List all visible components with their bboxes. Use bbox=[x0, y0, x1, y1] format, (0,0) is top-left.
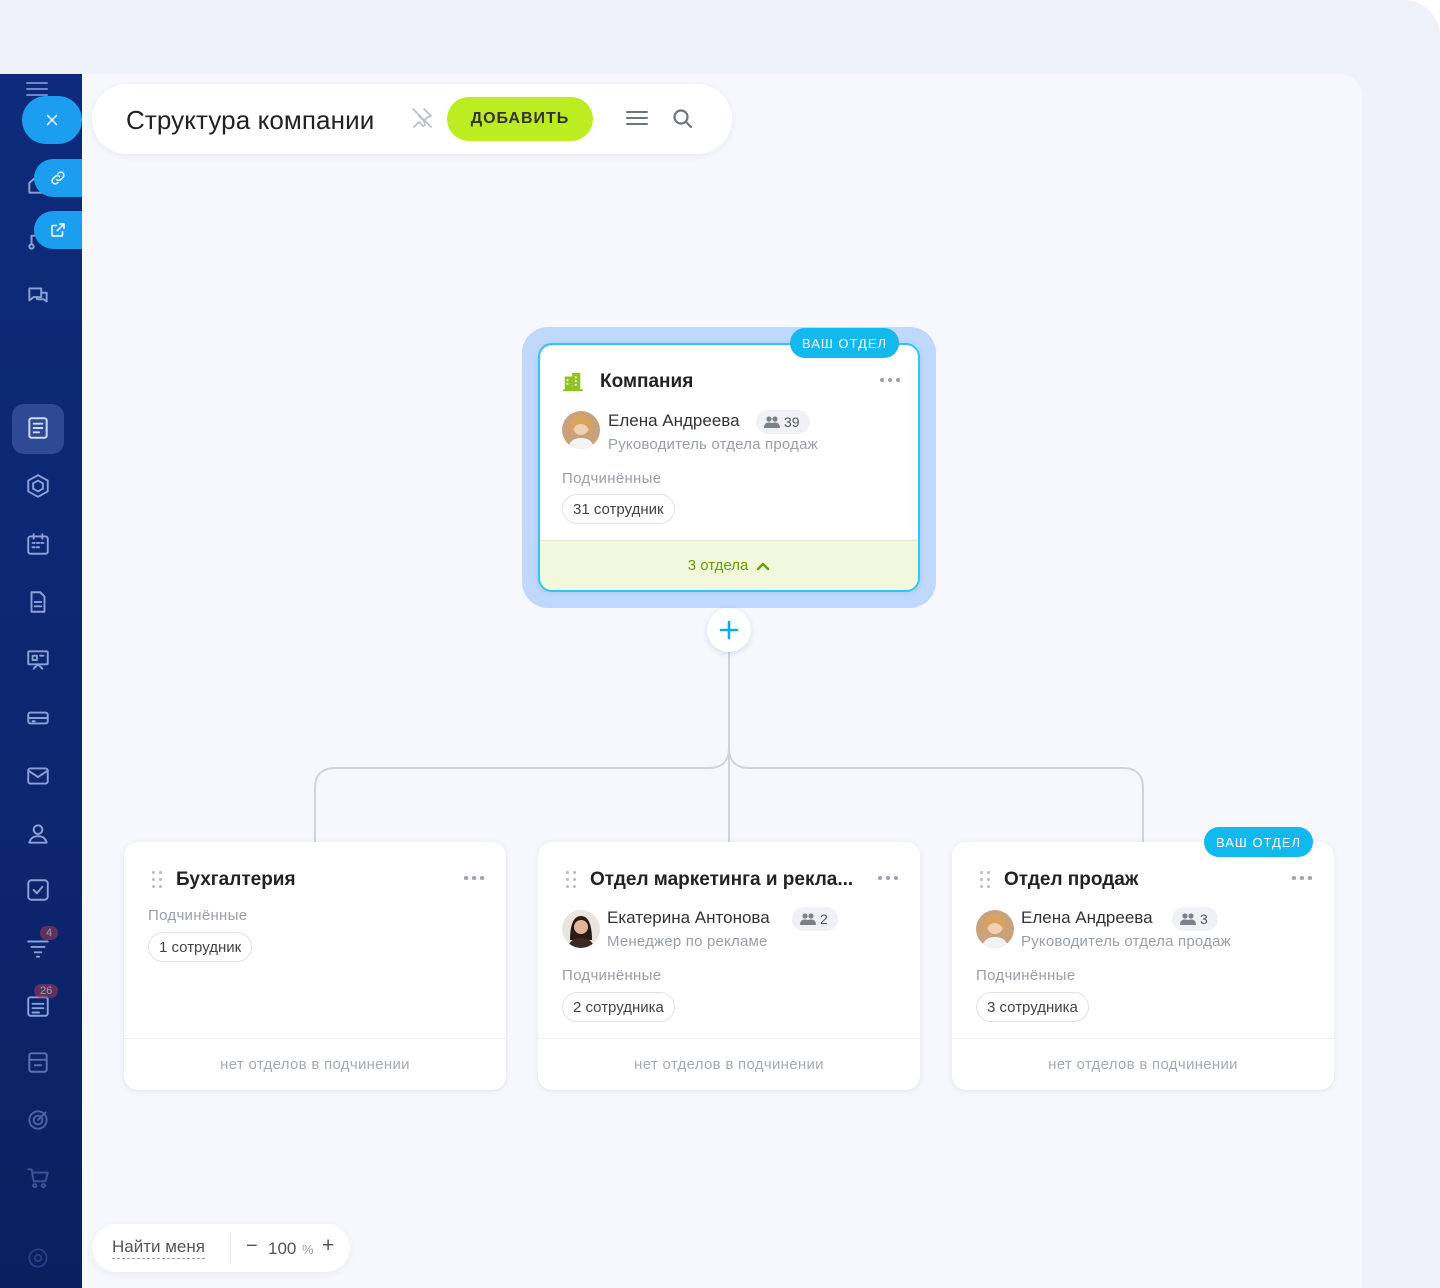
department-card-marketing[interactable]: Отдел маркетинга и рекла... Екатерина Ан… bbox=[538, 842, 920, 1090]
toolbar-divider bbox=[230, 1232, 231, 1264]
settings-icon[interactable] bbox=[22, 1242, 54, 1274]
add-button[interactable]: ДОБАВИТЬ bbox=[447, 97, 593, 141]
structure-toolbar: Структура компании ДОБАВИТЬ bbox=[92, 84, 732, 154]
people-icon bbox=[800, 913, 816, 925]
subordinates-chip[interactable]: 31 сотрудник bbox=[562, 494, 675, 524]
add-department-button[interactable] bbox=[707, 608, 751, 652]
page-title: Структура компании bbox=[126, 105, 375, 135]
departments-count: 3 отдела bbox=[687, 557, 749, 574]
subordinates-chip[interactable]: 1 сотрудник bbox=[148, 932, 253, 962]
close-button[interactable] bbox=[22, 96, 82, 144]
head-name[interactable]: Елена Андреева bbox=[1021, 908, 1153, 928]
department-card-sales[interactable]: Отдел продаж Елена Андреева 3 Руководите… bbox=[952, 842, 1334, 1090]
target-icon[interactable] bbox=[22, 1104, 54, 1136]
board-icon[interactable] bbox=[22, 644, 54, 676]
chevron-up-icon bbox=[757, 562, 770, 570]
app-frame: 4 26 Структура компании ДОБАВИТЬ Компани… bbox=[0, 0, 1440, 1288]
head-role: Руководитель отдела продаж bbox=[608, 436, 818, 453]
menu-icon[interactable] bbox=[626, 108, 648, 130]
external-link-icon bbox=[51, 223, 65, 237]
tasks-icon[interactable] bbox=[22, 874, 54, 906]
sidebar-menu-icon[interactable] bbox=[26, 82, 48, 96]
card-title: Компания bbox=[600, 371, 694, 392]
card-footer: нет отделов в подчинении bbox=[124, 1038, 506, 1090]
contacts-icon[interactable] bbox=[22, 818, 54, 850]
company-card[interactable]: Компания Елена Андреева 39 Руководитель … bbox=[538, 343, 920, 592]
drag-handle-icon[interactable] bbox=[566, 871, 576, 889]
mail-icon[interactable] bbox=[22, 760, 54, 792]
avatar[interactable] bbox=[562, 411, 600, 449]
sidebar-badge: 26 bbox=[34, 984, 59, 998]
more-icon[interactable] bbox=[1292, 876, 1312, 882]
search-icon[interactable] bbox=[671, 107, 695, 131]
employee-count: 39 bbox=[784, 414, 800, 430]
copy-link-button[interactable] bbox=[34, 159, 82, 197]
zoom-toolbar: Найти меня − 100 % + bbox=[92, 1224, 350, 1272]
avatar[interactable] bbox=[976, 910, 1014, 948]
document-icon[interactable] bbox=[22, 586, 54, 618]
zoom-value: 100 bbox=[268, 1239, 297, 1258]
subordinates-label: Подчинённые bbox=[148, 907, 248, 924]
subordinates-label: Подчинённые bbox=[562, 967, 662, 984]
hexagon-icon[interactable] bbox=[22, 470, 54, 502]
subordinates-chip[interactable]: 3 сотрудника bbox=[976, 992, 1089, 1022]
card-title: Бухгалтерия bbox=[176, 869, 296, 890]
more-icon[interactable] bbox=[464, 876, 484, 882]
employee-count: 3 bbox=[1200, 911, 1208, 927]
open-new-window-button[interactable] bbox=[34, 211, 82, 249]
your-department-tag: ВАШ ОТДЕЛ bbox=[790, 328, 900, 358]
drive-icon[interactable] bbox=[22, 702, 54, 734]
pin-icon[interactable] bbox=[410, 106, 434, 130]
calendar-icon[interactable] bbox=[22, 528, 54, 560]
head-name[interactable]: Екатерина Антонова bbox=[607, 908, 770, 928]
plus-icon bbox=[719, 620, 739, 640]
head-role: Менеджер по рекламе bbox=[607, 933, 768, 950]
your-department-tag: ВАШ ОТДЕЛ bbox=[1204, 827, 1314, 857]
company-building-icon bbox=[562, 371, 584, 393]
zoom-out-button[interactable]: − bbox=[246, 1235, 258, 1258]
subordinates-label: Подчинённые bbox=[976, 967, 1076, 984]
people-icon bbox=[764, 416, 780, 428]
head-name[interactable]: Елена Андреева bbox=[608, 411, 740, 431]
zoom-in-button[interactable]: + bbox=[322, 1234, 334, 1258]
building-icon[interactable] bbox=[22, 1046, 54, 1078]
close-icon bbox=[46, 114, 58, 126]
left-sidebar: 4 26 bbox=[0, 74, 82, 1288]
zoom-unit: % bbox=[302, 1242, 314, 1257]
more-icon[interactable] bbox=[880, 378, 900, 384]
department-card-accounting[interactable]: Бухгалтерия Подчинённые 1 сотрудник нет … bbox=[124, 842, 506, 1090]
find-me-link[interactable]: Найти меня bbox=[112, 1237, 205, 1259]
feed-icon[interactable] bbox=[22, 412, 54, 444]
card-title: Отдел продаж bbox=[1004, 869, 1139, 890]
more-icon[interactable] bbox=[878, 876, 898, 882]
chat-icon[interactable] bbox=[22, 280, 54, 312]
employee-count-badge: 39 bbox=[756, 410, 810, 434]
avatar[interactable] bbox=[562, 910, 600, 948]
subordinates-label: Подчинённые bbox=[562, 470, 662, 487]
card-footer: нет отделов в подчинении bbox=[952, 1038, 1334, 1090]
people-icon bbox=[1180, 913, 1196, 925]
drag-handle-icon[interactable] bbox=[980, 871, 990, 889]
departments-toggle[interactable]: 3 отдела bbox=[540, 540, 918, 590]
card-title: Отдел маркетинга и рекла... bbox=[590, 869, 854, 890]
cart-icon[interactable] bbox=[22, 1162, 54, 1194]
employee-count-badge: 2 bbox=[792, 907, 838, 931]
link-icon bbox=[51, 171, 65, 185]
card-footer: нет отделов в подчинении bbox=[538, 1038, 920, 1090]
structure-canvas[interactable] bbox=[82, 74, 1362, 1288]
head-role: Руководитель отдела продаж bbox=[1021, 933, 1231, 950]
sidebar-badge: 4 bbox=[40, 926, 59, 940]
subordinates-chip[interactable]: 2 сотрудника bbox=[562, 992, 675, 1022]
employee-count-badge: 3 bbox=[1172, 907, 1218, 931]
drag-handle-icon[interactable] bbox=[152, 871, 162, 889]
employee-count: 2 bbox=[820, 911, 828, 927]
